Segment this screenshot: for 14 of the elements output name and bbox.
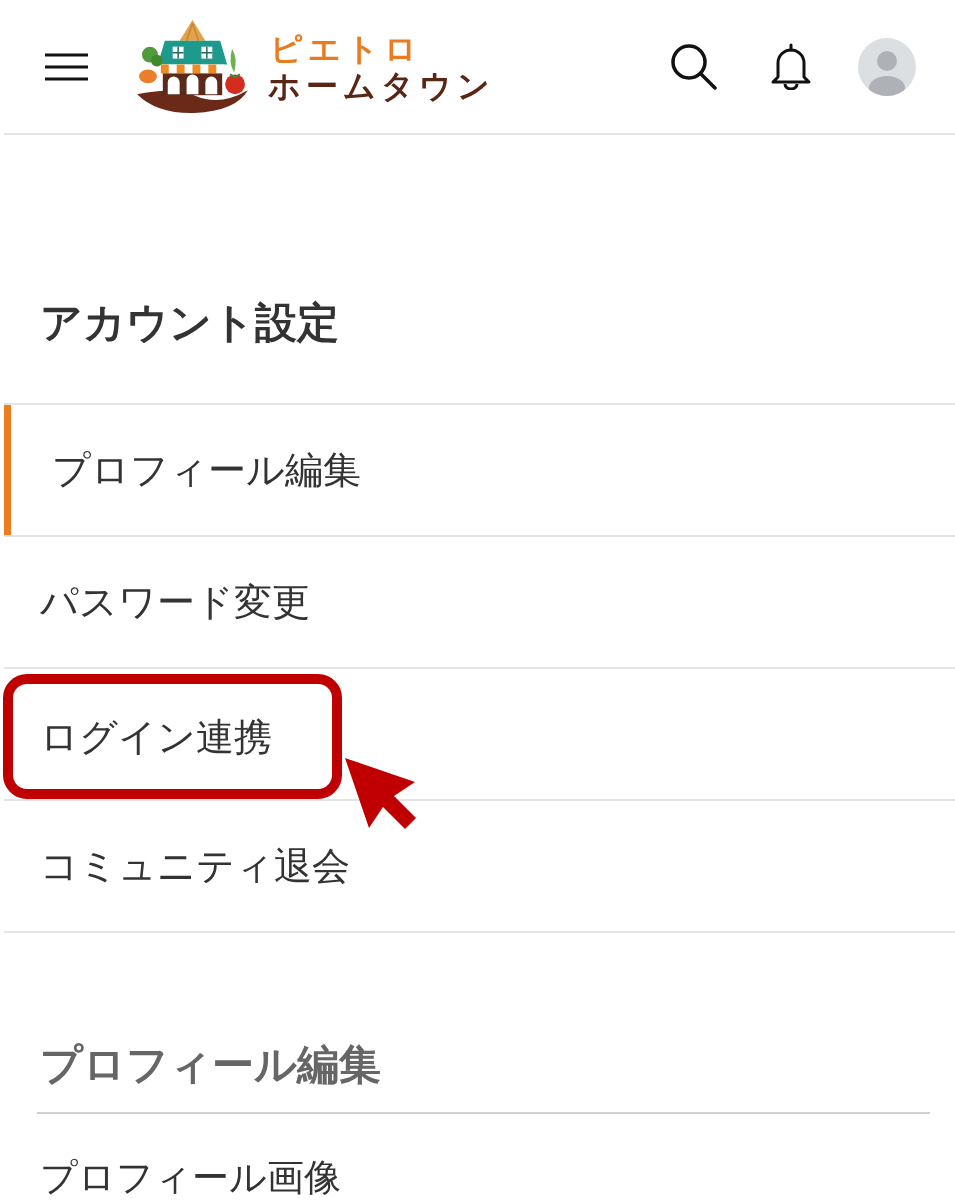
page-title: アカウント設定	[40, 298, 339, 348]
house-logo-icon[interactable]	[135, 19, 250, 114]
settings-menu-item[interactable]: ログイン連携	[3, 674, 342, 799]
settings-menu-item[interactable]: コミュニティ退会	[4, 801, 350, 931]
field-label: プロフィール画像	[40, 1158, 341, 1198]
pointer-arrow-icon	[345, 758, 417, 830]
section-title: プロフィール編集	[40, 1040, 381, 1090]
logo-text: ピエトロ	[270, 30, 422, 68]
bell-icon[interactable]	[770, 43, 812, 90]
settings-menu-item[interactable]: プロフィール編集	[4, 405, 361, 535]
menu-icon[interactable]	[45, 52, 88, 81]
search-icon[interactable]	[670, 43, 717, 90]
settings-menu-item[interactable]: パスワード変更	[4, 537, 310, 667]
logo-text: ホームタウン	[268, 67, 495, 105]
